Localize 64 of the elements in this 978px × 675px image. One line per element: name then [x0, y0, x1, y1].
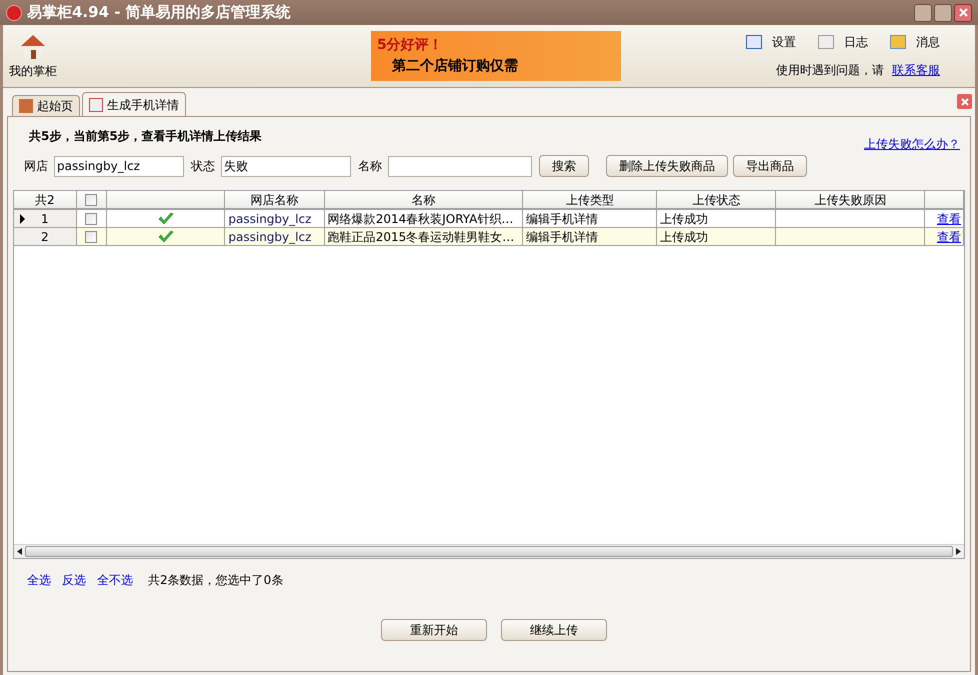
invert-selection-link[interactable]: 反选	[62, 571, 86, 589]
table-cell-text: 跑鞋正品2015冬春运动鞋男鞋女…	[328, 228, 514, 245]
log-button[interactable]: 日志	[818, 33, 868, 51]
table-cell-text: 上传成功	[660, 210, 708, 227]
settings-button[interactable]: 设置	[746, 33, 796, 51]
checkbox[interactable]	[85, 194, 98, 206]
row-header[interactable]: 2	[14, 228, 77, 246]
promo-banner[interactable]: 5分好评！ 第二个店铺订购仅需	[371, 31, 621, 81]
scrollbar-thumb[interactable]	[25, 546, 953, 557]
window-title: 易掌柜4.94 - 简单易用的多店管理系统	[27, 2, 291, 24]
column-header: 上传状态	[657, 191, 776, 209]
column-header: 共2	[14, 191, 77, 209]
close-tab-button[interactable]	[957, 94, 972, 109]
banner-subline: 第二个店铺订购仅需	[391, 56, 519, 76]
table-cell-text: 网络爆款2014春秋装JORYA针织…	[328, 210, 514, 227]
filter-field[interactable]: passingby_lcz	[54, 156, 184, 176]
calendar-icon	[746, 35, 762, 49]
column-header: 网店名称	[225, 191, 325, 209]
close-button[interactable]	[954, 4, 972, 22]
scroll-right-icon[interactable]	[956, 548, 961, 555]
message-button[interactable]: 消息	[890, 33, 940, 51]
continue-upload-button[interactable]: 继续上传	[501, 619, 607, 641]
selection-summary: 共2条数据，您选中了0条	[148, 572, 284, 589]
home-button[interactable]: 我的掌柜	[3, 32, 63, 80]
view-link[interactable]: 查看	[937, 210, 961, 227]
maximize-button[interactable]	[934, 4, 952, 22]
column-header: 名称	[324, 191, 524, 209]
column-header: 上传类型	[523, 191, 658, 209]
scroll-left-icon[interactable]	[17, 548, 22, 555]
banner-headline: 5分好评！	[377, 36, 444, 55]
table-cell-text: passingby_lcz	[228, 210, 312, 227]
filter-label: 网店	[24, 158, 48, 175]
select-none-link[interactable]: 全不选	[97, 571, 133, 589]
row-number: 1	[40, 210, 49, 227]
view-link[interactable]: 查看	[937, 228, 961, 245]
table-cell-text: 上传成功	[660, 228, 708, 245]
restart-button[interactable]: 重新开始	[381, 619, 487, 641]
minimize-button[interactable]	[914, 4, 932, 22]
checkbox[interactable]	[85, 230, 98, 242]
table-cell-text: 编辑手机详情	[526, 210, 598, 227]
checkbox[interactable]	[85, 212, 98, 224]
tab[interactable]: 起始页	[12, 95, 80, 116]
select-all-link[interactable]: 全选	[27, 571, 51, 589]
contact-link[interactable]: 联系客服	[892, 61, 940, 79]
search-button[interactable]: 搜索	[539, 155, 589, 177]
step-text: 共5步，当前第5步，查看手机详情上传结果	[29, 128, 262, 145]
filter-label: 名称	[358, 158, 382, 175]
help-link[interactable]: 上传失败怎么办？	[864, 135, 960, 153]
table-cell-text: passingby_lcz	[228, 228, 312, 245]
app-logo-icon	[6, 4, 22, 20]
close-icon	[958, 8, 968, 17]
help-text: 使用时遇到问题，请	[776, 62, 884, 79]
row-number: 2	[40, 228, 49, 245]
filter-label: 状态	[191, 158, 215, 175]
row-header[interactable]: 1	[14, 210, 77, 228]
filter-field[interactable]	[388, 156, 532, 176]
export-button[interactable]: 导出商品	[733, 155, 807, 177]
horizontal-scrollbar[interactable]	[14, 544, 964, 558]
tab[interactable]: 生成手机详情	[82, 92, 186, 116]
delete-failed-button[interactable]: 删除上传失败商品	[606, 155, 728, 177]
filter-field[interactable]: 失败	[221, 156, 351, 176]
close-icon	[960, 98, 968, 106]
table-cell-text: 编辑手机详情	[526, 228, 598, 245]
column-header: 上传失败原因	[776, 191, 926, 209]
